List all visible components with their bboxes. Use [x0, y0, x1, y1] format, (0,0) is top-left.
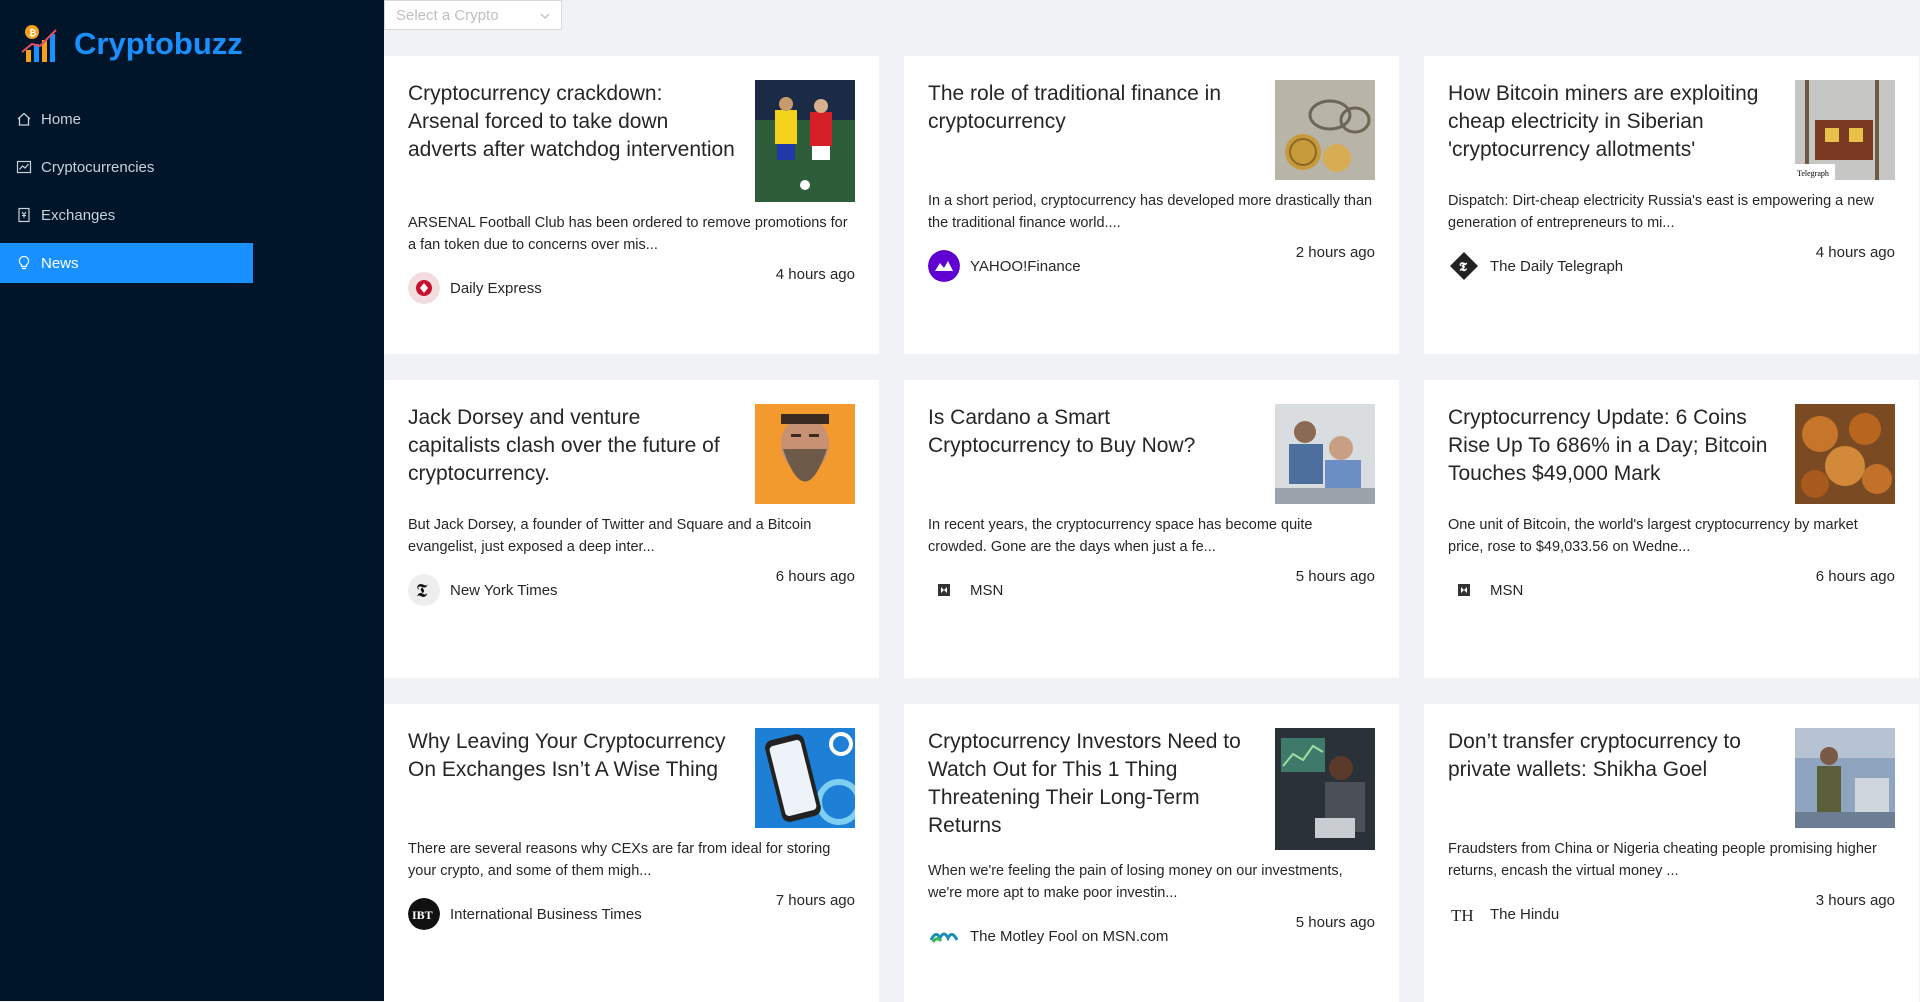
- news-description: ARSENAL Football Club has been ordered t…: [408, 215, 848, 253]
- news-card[interactable]: Don’t transfer cryptocurrency to private…: [1424, 704, 1919, 1002]
- news-thumbnail: [1795, 728, 1895, 828]
- news-time: 5 hours ago: [1295, 568, 1375, 585]
- news-card[interactable]: The role of traditional finance in crypt…: [904, 56, 1399, 354]
- sidebar-item-home[interactable]: Home: [0, 99, 253, 139]
- provider-name: MSN: [970, 581, 1004, 599]
- news-title[interactable]: How Bitcoin miners are exploiting cheap …: [1448, 80, 1778, 164]
- news-time: 3 hours ago: [1815, 892, 1895, 909]
- provider-avatar: [1448, 574, 1480, 606]
- sidebar-item-label: Home: [41, 110, 82, 128]
- provider-avatar: IBT: [408, 898, 440, 930]
- provider-avatar: [928, 250, 960, 282]
- chevron-down-icon: [540, 13, 550, 19]
- news-time: 7 hours ago: [775, 892, 855, 909]
- sidebar-item-label: News: [41, 254, 79, 272]
- thumb-label: Telegraph: [1797, 169, 1829, 178]
- news-description: When we're feeling the pain of losing mo…: [928, 863, 1343, 901]
- provider-logo-text: 𝕿: [1459, 259, 1468, 274]
- logo[interactable]: ₿ Cryptobuzz: [18, 22, 243, 66]
- news-time: 6 hours ago: [775, 568, 855, 585]
- news-grid: Cryptocurrency crackdown: Arsenal forced…: [384, 56, 1920, 1002]
- news-time: 4 hours ago: [1815, 244, 1895, 261]
- provider-avatar: 𝕿: [408, 574, 440, 606]
- news-title[interactable]: Is Cardano a Smart Cryptocurrency to Buy…: [928, 404, 1258, 460]
- provider-avatar: TH: [1448, 898, 1480, 930]
- news-thumbnail: [755, 404, 855, 504]
- news-card[interactable]: How Bitcoin miners are exploiting cheap …: [1424, 56, 1919, 354]
- provider-name: New York Times: [450, 581, 558, 599]
- news-card[interactable]: Is Cardano a Smart Cryptocurrency to Buy…: [904, 380, 1399, 678]
- provider-avatar: [928, 574, 960, 606]
- news-title[interactable]: Cryptocurrency crackdown: Arsenal forced…: [408, 80, 738, 164]
- news-description: But Jack Dorsey, a founder of Twitter an…: [408, 517, 812, 555]
- provider-avatar: [408, 272, 440, 304]
- provider-logo-text: 𝕿: [416, 581, 428, 602]
- news-thumbnail: [1275, 80, 1375, 180]
- news-title[interactable]: The role of traditional finance in crypt…: [928, 80, 1258, 136]
- crypto-select[interactable]: Select a Crypto: [384, 0, 562, 30]
- news-description: In recent years, the cryptocurrency spac…: [928, 517, 1313, 555]
- news-description: In a short period, cryptocurrency has de…: [928, 193, 1373, 231]
- sidebar-item-news[interactable]: News: [0, 243, 253, 283]
- news-card[interactable]: Cryptocurrency crackdown: Arsenal forced…: [384, 56, 879, 354]
- news-time: 2 hours ago: [1295, 244, 1375, 261]
- home-icon: [16, 111, 32, 127]
- news-time: 6 hours ago: [1815, 568, 1895, 585]
- news-thumbnail: [1275, 728, 1375, 850]
- news-title[interactable]: Why Leaving Your Cryptocurrency On Excha…: [408, 728, 738, 784]
- provider-name: The Daily Telegraph: [1490, 257, 1624, 275]
- fund-icon: [16, 159, 32, 175]
- provider-logo-text: IBT: [412, 908, 433, 922]
- provider-avatar: 𝕿: [1448, 250, 1480, 282]
- news-time: 4 hours ago: [775, 266, 855, 283]
- news-title[interactable]: Don’t transfer cryptocurrency to private…: [1448, 728, 1778, 784]
- sidebar-item-exchanges[interactable]: Exchanges: [0, 195, 253, 235]
- sidebar-item-label: Cryptocurrencies: [41, 158, 155, 176]
- crypto-select-placeholder: Select a Crypto: [396, 6, 499, 24]
- news-time: 5 hours ago: [1295, 914, 1375, 931]
- news-thumbnail: [1275, 404, 1375, 504]
- news-title[interactable]: Cryptocurrency Investors Need to Watch O…: [928, 728, 1258, 840]
- news-card[interactable]: Cryptocurrency Update: 6 Coins Rise Up T…: [1424, 380, 1919, 678]
- money-collect-icon: [16, 207, 32, 223]
- provider-name: The Hindu: [1490, 905, 1560, 923]
- app-name: Cryptobuzz: [74, 26, 243, 61]
- news-thumbnail: [755, 728, 855, 828]
- news-title[interactable]: Cryptocurrency Update: 6 Coins Rise Up T…: [1448, 404, 1778, 488]
- news-title[interactable]: Jack Dorsey and venture capitalists clas…: [408, 404, 738, 488]
- news-description: Fraudsters from China or Nigeria cheatin…: [1448, 841, 1877, 879]
- provider-name: MSN: [1490, 581, 1524, 599]
- provider-name: YAHOO!Finance: [970, 257, 1081, 275]
- bulb-icon: [16, 255, 32, 271]
- logo-icon: ₿: [21, 25, 57, 62]
- news-card[interactable]: Why Leaving Your Cryptocurrency On Excha…: [384, 704, 879, 1002]
- svg-text:₿: ₿: [29, 28, 36, 38]
- sidebar: ₿ Cryptobuzz Home Cryptocurrencies Excha…: [0, 0, 384, 1001]
- provider-avatar: [928, 920, 960, 952]
- news-thumbnail: Telegraph: [1795, 80, 1895, 180]
- news-description: Dispatch: Dirt-cheap electricity Russia'…: [1448, 193, 1874, 231]
- provider-logo-text: TH: [1451, 906, 1474, 925]
- sidebar-item-cryptocurrencies[interactable]: Cryptocurrencies: [0, 147, 253, 187]
- sidebar-menu: Home Cryptocurrencies Exchanges News: [0, 99, 253, 291]
- news-description: There are several reasons why CEXs are f…: [408, 841, 831, 879]
- sidebar-item-label: Exchanges: [41, 206, 116, 224]
- news-card[interactable]: Cryptocurrency Investors Need to Watch O…: [904, 704, 1399, 1002]
- news-thumbnail: [1795, 404, 1895, 504]
- provider-name: International Business Times: [450, 905, 642, 923]
- provider-name: The Motley Fool on MSN.com: [970, 927, 1169, 945]
- provider-name: Daily Express: [450, 279, 542, 297]
- news-thumbnail: [755, 80, 855, 202]
- news-card[interactable]: Jack Dorsey and venture capitalists clas…: [384, 380, 879, 678]
- news-description: One unit of Bitcoin, the world's largest…: [1448, 517, 1858, 555]
